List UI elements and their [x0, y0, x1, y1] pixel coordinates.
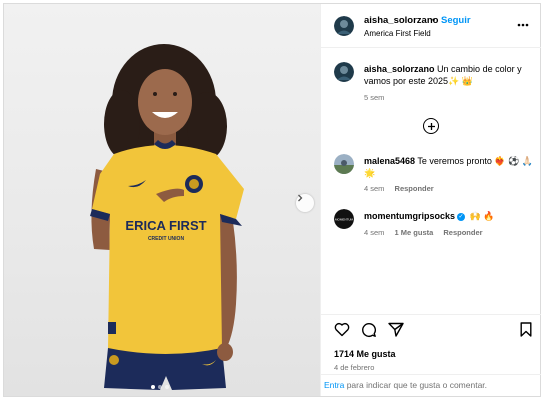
login-prompt-text: Entra para indicar que te gusta o coment…	[324, 380, 487, 390]
post-dialog: ERICA FIRST CREDIT UNION aisha_solorzano…	[3, 3, 541, 397]
comment-time[interactable]: 4 sem	[364, 184, 384, 193]
comment-text: momentumgripsocks ✓ 🙌 🔥	[364, 210, 536, 222]
post-header: aisha_solorzano • Seguir America First F…	[321, 4, 541, 48]
carousel-dot	[158, 385, 162, 389]
carousel-dots	[151, 385, 169, 389]
caption-username[interactable]: aisha_solorzano	[364, 64, 435, 74]
post-actions: 1714 Me gusta 4 de febrero	[321, 314, 541, 374]
load-more-comments-button[interactable]	[423, 118, 439, 134]
plus-icon	[427, 122, 435, 130]
follow-button[interactable]: Seguir	[441, 15, 471, 26]
next-photo-button[interactable]	[296, 194, 314, 212]
reply-button[interactable]: Responder	[395, 184, 434, 193]
svg-text:CREDIT UNION: CREDIT UNION	[148, 236, 185, 242]
save-button[interactable]	[520, 322, 532, 339]
comment-button[interactable]	[361, 322, 377, 340]
post-sidebar: aisha_solorzano • Seguir America First F…	[320, 4, 541, 396]
verified-badge-icon: ✓	[457, 212, 466, 221]
post-photo[interactable]: ERICA FIRST CREDIT UNION	[4, 4, 320, 396]
like-button[interactable]	[334, 322, 350, 339]
reply-button[interactable]: Responder	[443, 228, 482, 237]
login-prompt-rest: para indicar que te gusta o comentar.	[344, 380, 488, 390]
comment-meta: 4 sem Responder	[364, 184, 442, 193]
send-icon	[388, 322, 404, 337]
post-location[interactable]: America First Field	[364, 29, 431, 38]
share-button[interactable]	[388, 322, 404, 339]
bookmark-icon	[520, 322, 532, 337]
comment-username[interactable]: momentumgripsocks	[364, 211, 455, 221]
chevron-right-icon	[298, 194, 303, 202]
svg-text:ERICA FIRST: ERICA FIRST	[125, 218, 206, 233]
avatar[interactable]: MOMENTUM	[334, 209, 354, 229]
heart-icon	[334, 322, 350, 337]
carousel-dot	[151, 385, 155, 389]
comment-icon	[362, 323, 377, 338]
login-link[interactable]: Entra	[324, 380, 344, 390]
login-prompt: Entra para indicar que te gusta o coment…	[321, 374, 541, 396]
carousel-dot	[165, 385, 169, 389]
comment-body: 🙌 🔥	[469, 211, 495, 221]
avatar[interactable]	[334, 16, 354, 36]
caption-meta: 5 sem	[364, 93, 392, 102]
comment-text: malena5468 Te veremos pronto ❤️‍🔥 ⚽ 🙏🏻 🌟	[364, 155, 536, 179]
svg-text:MOMENTUM: MOMENTUM	[335, 218, 353, 222]
comments-section: aisha_solorzano Un cambio de color y vam…	[321, 48, 541, 314]
comment-time[interactable]: 4 sem	[364, 228, 384, 237]
caption-time[interactable]: 5 sem	[364, 93, 384, 102]
author-username[interactable]: aisha_solorzano	[364, 15, 438, 26]
comment-likes[interactable]: 1 Me gusta	[395, 228, 434, 237]
separator-dot: •	[432, 15, 436, 25]
player-illustration: ERICA FIRST CREDIT UNION	[90, 44, 244, 390]
avatar[interactable]	[334, 62, 354, 82]
post-date[interactable]: 4 de febrero	[334, 363, 374, 372]
comment-username[interactable]: malena5468	[364, 156, 415, 166]
caption-text: aisha_solorzano Un cambio de color y vam…	[364, 63, 536, 87]
likes-count[interactable]: 1714 Me gusta	[334, 349, 396, 359]
more-horizontal-icon	[517, 23, 529, 27]
avatar[interactable]	[334, 154, 354, 174]
comment-meta: 4 sem 1 Me gusta Responder	[364, 228, 491, 237]
more-options-button[interactable]	[517, 16, 529, 30]
